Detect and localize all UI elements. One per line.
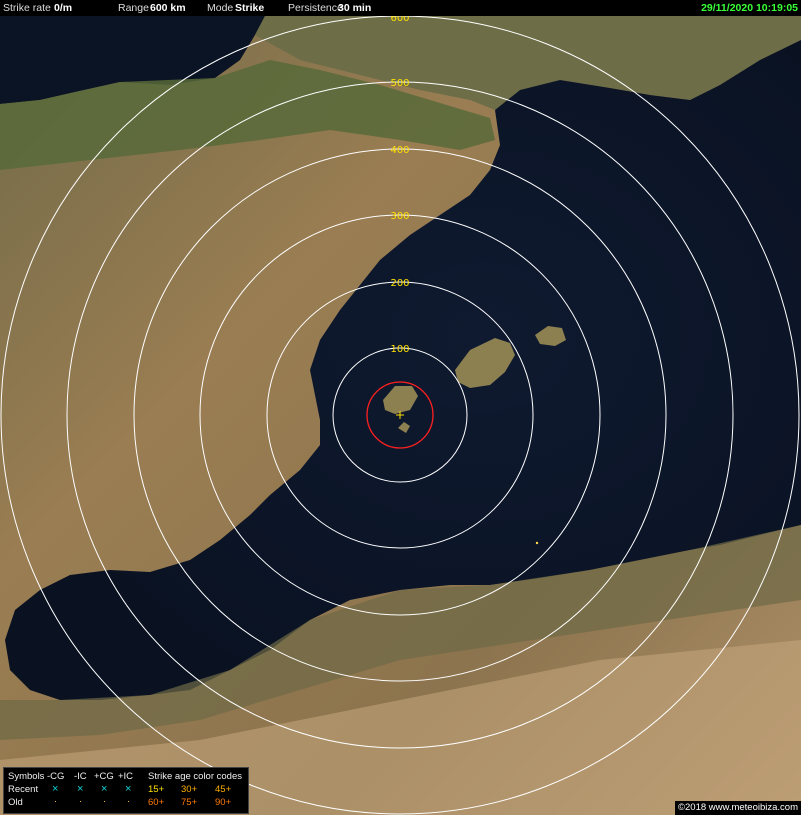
datetime-clock: 29/11/2020 10:19:05 <box>701 2 798 14</box>
range-value: 600 km <box>150 2 186 14</box>
copyright-notice: ©2018 www.meteoibiza.com <box>675 801 801 815</box>
legend-symbols-label: Symbols <box>8 771 45 782</box>
mode-label: Mode <box>207 2 234 14</box>
legend-col-neg-cg: -CG <box>47 771 65 782</box>
age-old-90: 90+ <box>215 797 232 808</box>
legend-age-title: Strike age color codes <box>148 771 242 782</box>
persistence-label: Persistence <box>288 2 343 14</box>
old-pos-cg-icon: · <box>103 796 107 807</box>
age-recent-45: 45+ <box>215 784 232 795</box>
status-bar: Strike rate 0/m Range 600 km Mode Strike… <box>0 0 801 16</box>
recent-pos-cg-icon: × <box>101 783 108 795</box>
ring-label-100: 100 <box>390 344 409 355</box>
strike-rate-label: Strike rate <box>3 2 51 14</box>
mode-value: Strike <box>235 2 265 14</box>
age-recent-15: 15+ <box>148 784 165 795</box>
ring-label-500: 500 <box>390 78 409 89</box>
age-old-75: 75+ <box>181 797 198 808</box>
old-neg-cg-icon: · <box>54 796 58 807</box>
recent-neg-cg-icon: × <box>52 783 59 795</box>
legend-col-neg-ic: -IC <box>74 771 87 782</box>
old-strike-dot <box>535 541 539 545</box>
ring-label-300: 300 <box>390 211 409 222</box>
strike-rate-value: 0/m <box>54 2 73 14</box>
age-old-60: 60+ <box>148 797 165 808</box>
satellite-map: 100 200 300 400 500 600 <box>0 0 801 815</box>
persistence-value: 30 min <box>338 2 372 14</box>
symbol-legend: Symbols -CG -IC +CG +IC Strike age color… <box>3 767 249 814</box>
legend-col-pos-cg: +CG <box>94 771 114 782</box>
range-label: Range <box>118 2 149 14</box>
age-recent-30: 30+ <box>181 784 198 795</box>
recent-neg-ic-icon: × <box>77 783 84 795</box>
legend-recent-label: Recent <box>8 784 39 795</box>
old-neg-ic-icon: · <box>79 796 83 807</box>
ring-label-200: 200 <box>390 278 409 289</box>
lightning-map-screen: 100 200 300 400 500 600 Strike rate 0/m … <box>0 0 801 815</box>
recent-pos-ic-icon: × <box>125 783 132 795</box>
legend-col-pos-ic: +IC <box>118 771 134 782</box>
legend-old-label: Old <box>8 797 23 808</box>
ring-label-400: 400 <box>390 145 409 156</box>
old-pos-ic-icon: · <box>127 796 131 807</box>
